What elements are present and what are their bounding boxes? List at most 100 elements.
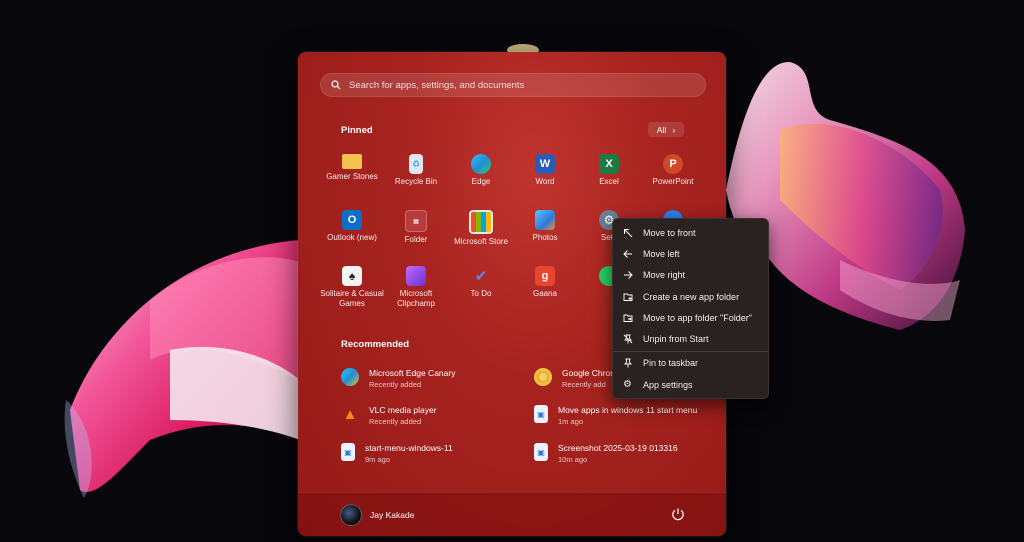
image-file-icon: ▣ (534, 405, 548, 423)
avatar (340, 504, 362, 526)
start-menu-footer: Jay Kakade (298, 492, 726, 536)
arrow-right-icon (624, 271, 633, 280)
pinned-app-photos[interactable]: Photos (512, 204, 578, 254)
arrow-up-left-icon (624, 228, 633, 237)
pinned-app-powerpoint[interactable]: P PowerPoint (640, 148, 706, 198)
search-placeholder: Search for apps, settings, and documents (349, 79, 525, 91)
pinned-app-store[interactable]: Microsoft Store (448, 204, 514, 254)
app-label: Solitaire & Casual Games (320, 289, 384, 308)
pinned-app-todo[interactable]: ✔ To Do (448, 260, 514, 310)
recommended-item-subtitle: Recently add (562, 380, 606, 389)
pinned-app-recycle-bin[interactable]: ♻ Recycle Bin (383, 148, 449, 198)
recommended-item-subtitle: Recently added (369, 380, 422, 389)
app-label: Microsoft Store (454, 237, 508, 246)
clipchamp-icon (406, 266, 426, 286)
recommended-item[interactable]: ▣ Screenshot 2025-03-19 013316 10m ago (534, 443, 714, 465)
all-apps-label: All (656, 124, 667, 135)
menu-item-label: Pin to taskbar (643, 358, 699, 369)
app-label: Edge (471, 177, 491, 186)
app-label: Folder (404, 235, 428, 244)
pinned-app-word[interactable]: W Word (512, 148, 578, 198)
all-apps-button[interactable]: All › (648, 122, 684, 137)
recommended-item-title: start-menu-windows-11 (365, 443, 453, 453)
pinned-app-edge[interactable]: Edge (448, 148, 514, 198)
menu-item-move-left[interactable]: Move left (613, 243, 768, 264)
pinned-app-excel[interactable]: X Excel (576, 148, 642, 198)
chrome-canary-icon (534, 368, 552, 386)
recommended-item-subtitle: Recently added (369, 417, 422, 426)
recommended-item-title: Microsoft Edge Canary (369, 368, 456, 378)
menu-item-label: Create a new app folder (643, 291, 740, 302)
search-input[interactable]: Search for apps, settings, and documents (320, 73, 706, 97)
folder-icon (342, 154, 362, 169)
app-label: Photos (532, 233, 558, 242)
menu-item-unpin-from-start[interactable]: Unpin from Start (613, 328, 768, 349)
menu-item-label: Move right (643, 270, 686, 281)
gaana-icon: g (535, 266, 555, 286)
store-icon (469, 210, 493, 234)
recommended-item-title: Google Chrom (562, 368, 614, 378)
image-file-icon: ▣ (341, 443, 355, 461)
menu-item-label: App settings (643, 379, 693, 390)
edge-canary-icon (341, 368, 359, 386)
app-label: To Do (470, 289, 492, 298)
app-label: Word (535, 177, 555, 186)
power-icon[interactable] (670, 506, 686, 522)
user-account-button[interactable]: Jay Kakade (340, 504, 414, 526)
chevron-right-icon: › (672, 124, 676, 135)
app-label: Excel (599, 177, 619, 186)
menu-item-label: Move to front (643, 227, 696, 238)
menu-item-move-right[interactable]: Move right (613, 265, 768, 286)
app-label: Microsoft Clipchamp (397, 289, 435, 308)
recycle-bin-icon: ♻ (409, 154, 423, 174)
app-folder-icon: ▦ (405, 210, 427, 232)
menu-item-create-app-folder[interactable]: Create a new app folder (613, 286, 768, 307)
word-icon: W (535, 154, 555, 174)
recommended-item-subtitle: 1m ago (558, 417, 584, 426)
app-label: Gaana (532, 289, 558, 298)
recommended-item[interactable]: ▣ start-menu-windows-11 9m ago (341, 443, 521, 465)
app-label: Recycle Bin (394, 177, 438, 186)
pinned-app-solitaire[interactable]: ♠ Solitaire & Casual Games (319, 260, 385, 310)
pinned-app-clipchamp[interactable]: Microsoft Clipchamp (383, 260, 449, 310)
pinned-app-folder[interactable]: ▦ Folder (383, 204, 449, 254)
recommended-item-subtitle: 10m ago (558, 455, 588, 464)
pinned-app-gaana[interactable]: g Gaana (512, 260, 578, 310)
pinned-title: Pinned (341, 125, 373, 136)
user-name: Jay Kakade (370, 510, 415, 520)
recommended-item-title: VLC media player (369, 405, 437, 415)
solitaire-icon: ♠ (342, 266, 362, 286)
pin-icon (624, 358, 632, 368)
menu-divider (613, 350, 768, 352)
menu-item-pin-to-taskbar[interactable]: Pin to taskbar (613, 353, 768, 374)
menu-item-app-settings[interactable]: ⚙ App settings (613, 374, 768, 395)
todo-icon: ✔ (474, 268, 488, 285)
photos-icon (535, 210, 555, 230)
recommended-item[interactable]: Google Chrom Recently add (534, 368, 614, 390)
recommended-item-title: Move apps in windows 11 start menu (558, 405, 698, 415)
context-menu: Move to front Move left Move right Creat… (612, 218, 769, 399)
search-icon (331, 80, 341, 90)
menu-item-label: Move left (643, 248, 680, 259)
powerpoint-icon: P (663, 154, 683, 174)
pinned-app-gamer-stones[interactable]: Gamer Stones (319, 148, 385, 198)
recommended-item[interactable]: ▲ VLC media player Recently added (341, 405, 521, 427)
recommended-item[interactable]: Microsoft Edge Canary Recently added (341, 368, 521, 390)
app-label: Gamer Stones (326, 172, 378, 181)
recommended-item-subtitle: 9m ago (365, 455, 391, 464)
menu-item-move-to-app-folder[interactable]: Move to app folder "Folder" (613, 307, 768, 328)
edge-icon (471, 154, 491, 174)
vlc-icon: ▲ (342, 405, 358, 423)
app-label: PowerPoint (652, 177, 694, 186)
recommended-item[interactable]: ▣ Move apps in windows 11 start menu 1m … (534, 405, 714, 427)
menu-item-move-to-front[interactable]: Move to front (613, 222, 768, 243)
menu-item-label: Unpin from Start (643, 334, 709, 345)
app-label: Outlook (new) (327, 233, 377, 242)
recommended-item-title: Screenshot 2025-03-19 013316 (558, 443, 678, 453)
folder-move-icon (623, 314, 633, 322)
menu-item-label: Move to app folder "Folder" (643, 312, 752, 323)
folder-add-icon (623, 293, 633, 301)
image-file-icon: ▣ (534, 443, 548, 461)
unpin-icon (623, 334, 633, 344)
pinned-app-outlook[interactable]: O Outlook (new) (319, 204, 385, 254)
